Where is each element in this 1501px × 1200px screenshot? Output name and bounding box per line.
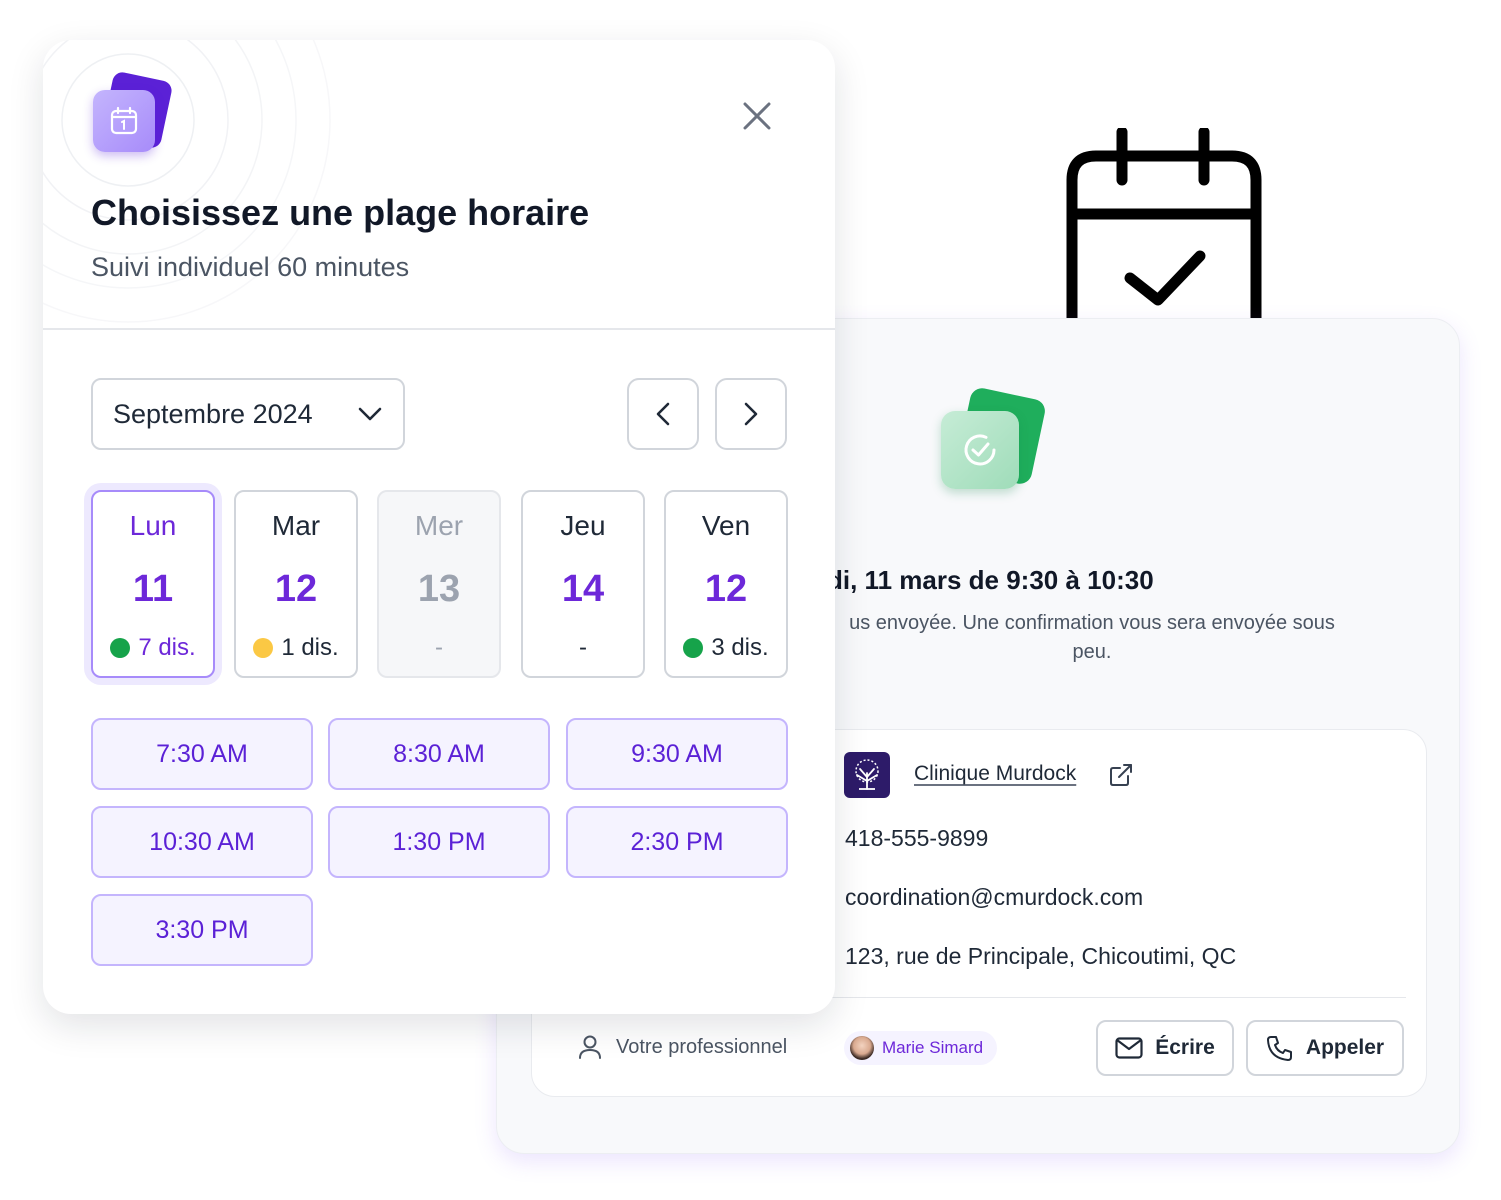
day-availability: 3 dis. <box>666 634 786 662</box>
clinic-email: coordination@cmurdock.com <box>845 884 1144 910</box>
day-card-mer: Mer 13 - <box>377 490 501 678</box>
availability-dot <box>683 638 704 658</box>
day-availability: - <box>379 634 499 662</box>
stage: di, 11 mars de 9:30 à 10:30 us envoyée. … <box>0 0 1501 1200</box>
day-name: Jeu <box>560 510 606 541</box>
write-button[interactable]: Écrire <box>1096 1020 1234 1076</box>
day-availability: 1 dis. <box>236 634 356 662</box>
day-number: 14 <box>561 568 605 610</box>
divider <box>43 328 835 330</box>
day-name: Lun <box>129 510 177 541</box>
day-availability: 7 dis. <box>93 634 213 662</box>
calendar-check-icon <box>1066 128 1262 318</box>
day-number: 12 <box>704 568 748 610</box>
chevron-left-icon <box>656 402 670 426</box>
availability-dot <box>110 638 131 658</box>
confirmation-title: di, 11 mars de 9:30 à 10:30 <box>827 565 1154 595</box>
professional-chip[interactable]: Marie Simard <box>844 1031 998 1065</box>
availability-dot <box>253 638 274 658</box>
modal-title: Choisissez une plage horaire <box>91 192 590 233</box>
scheduling-modal: Choisissez une plage horaire Suivi indiv… <box>43 40 835 1014</box>
modal-subtitle: Suivi individuel 60 minutes <box>91 252 410 282</box>
availability-text: 3 dis. <box>711 634 769 661</box>
tree-logo-icon <box>844 752 890 798</box>
chevron-down-icon <box>358 407 382 421</box>
call-button[interactable]: Appeler <box>1246 1020 1404 1076</box>
time-slot-button[interactable]: 1:30 PM <box>328 806 550 878</box>
mail-icon <box>1115 1037 1143 1059</box>
month-select[interactable]: Septembre 2024 <box>91 378 405 450</box>
confirmation-description: us envoyée. Une confirmation vous sera e… <box>849 612 1335 663</box>
time-slot-button[interactable]: 7:30 AM <box>91 718 313 790</box>
close-icon[interactable] <box>739 98 775 134</box>
call-button-label: Appeler <box>1305 1036 1385 1059</box>
day-name: Ven <box>701 510 751 541</box>
availability-text: 7 dis. <box>138 634 196 661</box>
check-circle-icon <box>937 386 1048 493</box>
professional-label: Votre professionnel <box>616 1035 788 1058</box>
day-name: Mer <box>414 510 464 541</box>
day-card-jeu[interactable]: Jeu 14 - <box>521 490 645 678</box>
clinic-phone: 418-555-9899 <box>845 825 989 851</box>
time-slot-button[interactable]: 3:30 PM <box>91 894 313 966</box>
availability-text: - <box>435 634 443 661</box>
previous-month-button[interactable] <box>627 378 699 450</box>
professional-row: Votre professionnel <box>578 1034 787 1060</box>
time-slot-button[interactable]: 2:30 PM <box>566 806 788 878</box>
day-availability: - <box>523 634 643 662</box>
clinic-address: 123, rue de Principale, Chicoutimi, QC <box>845 943 1237 969</box>
month-select-value: Septembre 2024 <box>113 398 313 429</box>
user-icon <box>579 1035 601 1059</box>
day-card-mar[interactable]: Mar 12 1 dis. <box>234 490 358 678</box>
time-slot-button[interactable]: 10:30 AM <box>91 806 313 878</box>
availability-text: - <box>579 634 587 661</box>
next-month-button[interactable] <box>715 378 787 450</box>
time-slot-button[interactable]: 9:30 AM <box>566 718 788 790</box>
external-link-icon[interactable] <box>1108 762 1134 788</box>
time-slot-button[interactable]: 8:30 AM <box>328 718 550 790</box>
write-button-label: Écrire <box>1155 1036 1215 1059</box>
professional-name: Marie Simard <box>882 1038 984 1057</box>
calendar-icon <box>91 70 174 154</box>
day-card-lun[interactable]: Lun 11 7 dis. <box>91 490 215 678</box>
availability-text: 1 dis. <box>281 634 339 661</box>
day-name: Mar <box>271 510 321 541</box>
chevron-right-icon <box>744 402 758 426</box>
phone-icon <box>1266 1036 1292 1061</box>
avatar <box>850 1036 874 1060</box>
day-number: 13 <box>417 568 461 610</box>
day-number: 11 <box>132 568 174 610</box>
day-card-ven[interactable]: Ven 12 3 dis. <box>664 490 788 678</box>
clinic-name-link[interactable]: Clinique Murdock <box>914 762 1076 786</box>
day-number: 12 <box>274 568 318 610</box>
